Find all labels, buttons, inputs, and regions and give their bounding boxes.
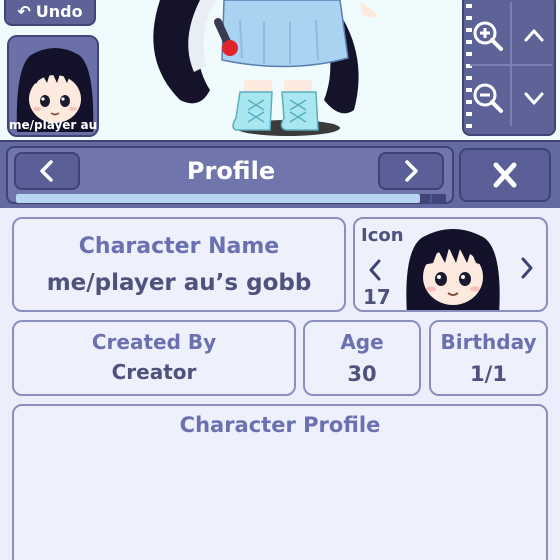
scroll-up-button[interactable] <box>514 16 554 56</box>
close-icon <box>493 162 517 188</box>
age-value: 30 <box>347 362 377 386</box>
profile-header: Profile <box>6 146 454 204</box>
next-page-button[interactable] <box>378 152 444 190</box>
chevron-right-icon <box>405 160 418 182</box>
page-title: Profile <box>186 157 276 185</box>
icon-prev-button[interactable] <box>363 255 387 285</box>
zoom-in-icon <box>473 21 503 51</box>
zoom-controls <box>462 0 556 136</box>
character-slot-label: me/player au' <box>9 118 97 132</box>
birthday-value: 1/1 <box>470 362 507 386</box>
chevron-left-icon <box>369 259 381 281</box>
character-scene: ↶ Undo me/player au' <box>0 0 560 145</box>
icon-selector: Icon 17 <box>353 217 548 312</box>
character-slot[interactable]: me/player au' <box>7 35 99 137</box>
undo-icon: ↶ <box>17 1 31 21</box>
zoom-out-icon <box>473 83 503 113</box>
birthday-label: Birthday <box>440 330 537 354</box>
chevron-right-icon <box>521 257 533 279</box>
birthday-field[interactable]: Birthday 1/1 <box>429 320 548 396</box>
zoom-out-button[interactable] <box>468 78 508 118</box>
close-button[interactable] <box>459 148 551 202</box>
undo-label: Undo <box>35 1 83 21</box>
created-by-label: Created By <box>91 330 217 354</box>
previous-page-button[interactable] <box>14 152 80 190</box>
character-name-field[interactable]: Character Name me/player au’s gobb <box>12 217 346 312</box>
zoom-in-button[interactable] <box>468 16 508 56</box>
icon-label: Icon <box>361 225 404 246</box>
character-profile-field[interactable]: Character Profile <box>12 404 548 560</box>
scroll-down-button[interactable] <box>514 78 554 118</box>
character-portrait <box>406 229 500 310</box>
icon-number: 17 <box>363 285 391 309</box>
profile-content: Character Name me/player au’s gobb Icon … <box>0 208 560 560</box>
page-progress-fill <box>16 194 421 203</box>
created-by-value: Creator <box>111 360 197 384</box>
profile-panel: Profile Character Name me/player au’s go… <box>0 140 560 560</box>
character-name-label: Character Name <box>78 234 280 259</box>
chevron-left-icon <box>40 160 53 182</box>
chevron-up-icon <box>524 29 544 42</box>
divider <box>470 64 552 66</box>
chevron-down-icon <box>524 92 544 105</box>
character-figure <box>153 0 378 136</box>
undo-button[interactable]: ↶ Undo <box>4 0 96 26</box>
page-progress-bar <box>16 194 446 203</box>
age-label: Age <box>340 330 384 354</box>
character-profile-label: Character Profile <box>179 413 381 437</box>
age-field[interactable]: Age 30 <box>303 320 421 396</box>
created-by-field[interactable]: Created By Creator <box>12 320 296 396</box>
character-name-value: me/player au’s gobb <box>46 270 312 296</box>
icon-next-button[interactable] <box>515 253 539 283</box>
